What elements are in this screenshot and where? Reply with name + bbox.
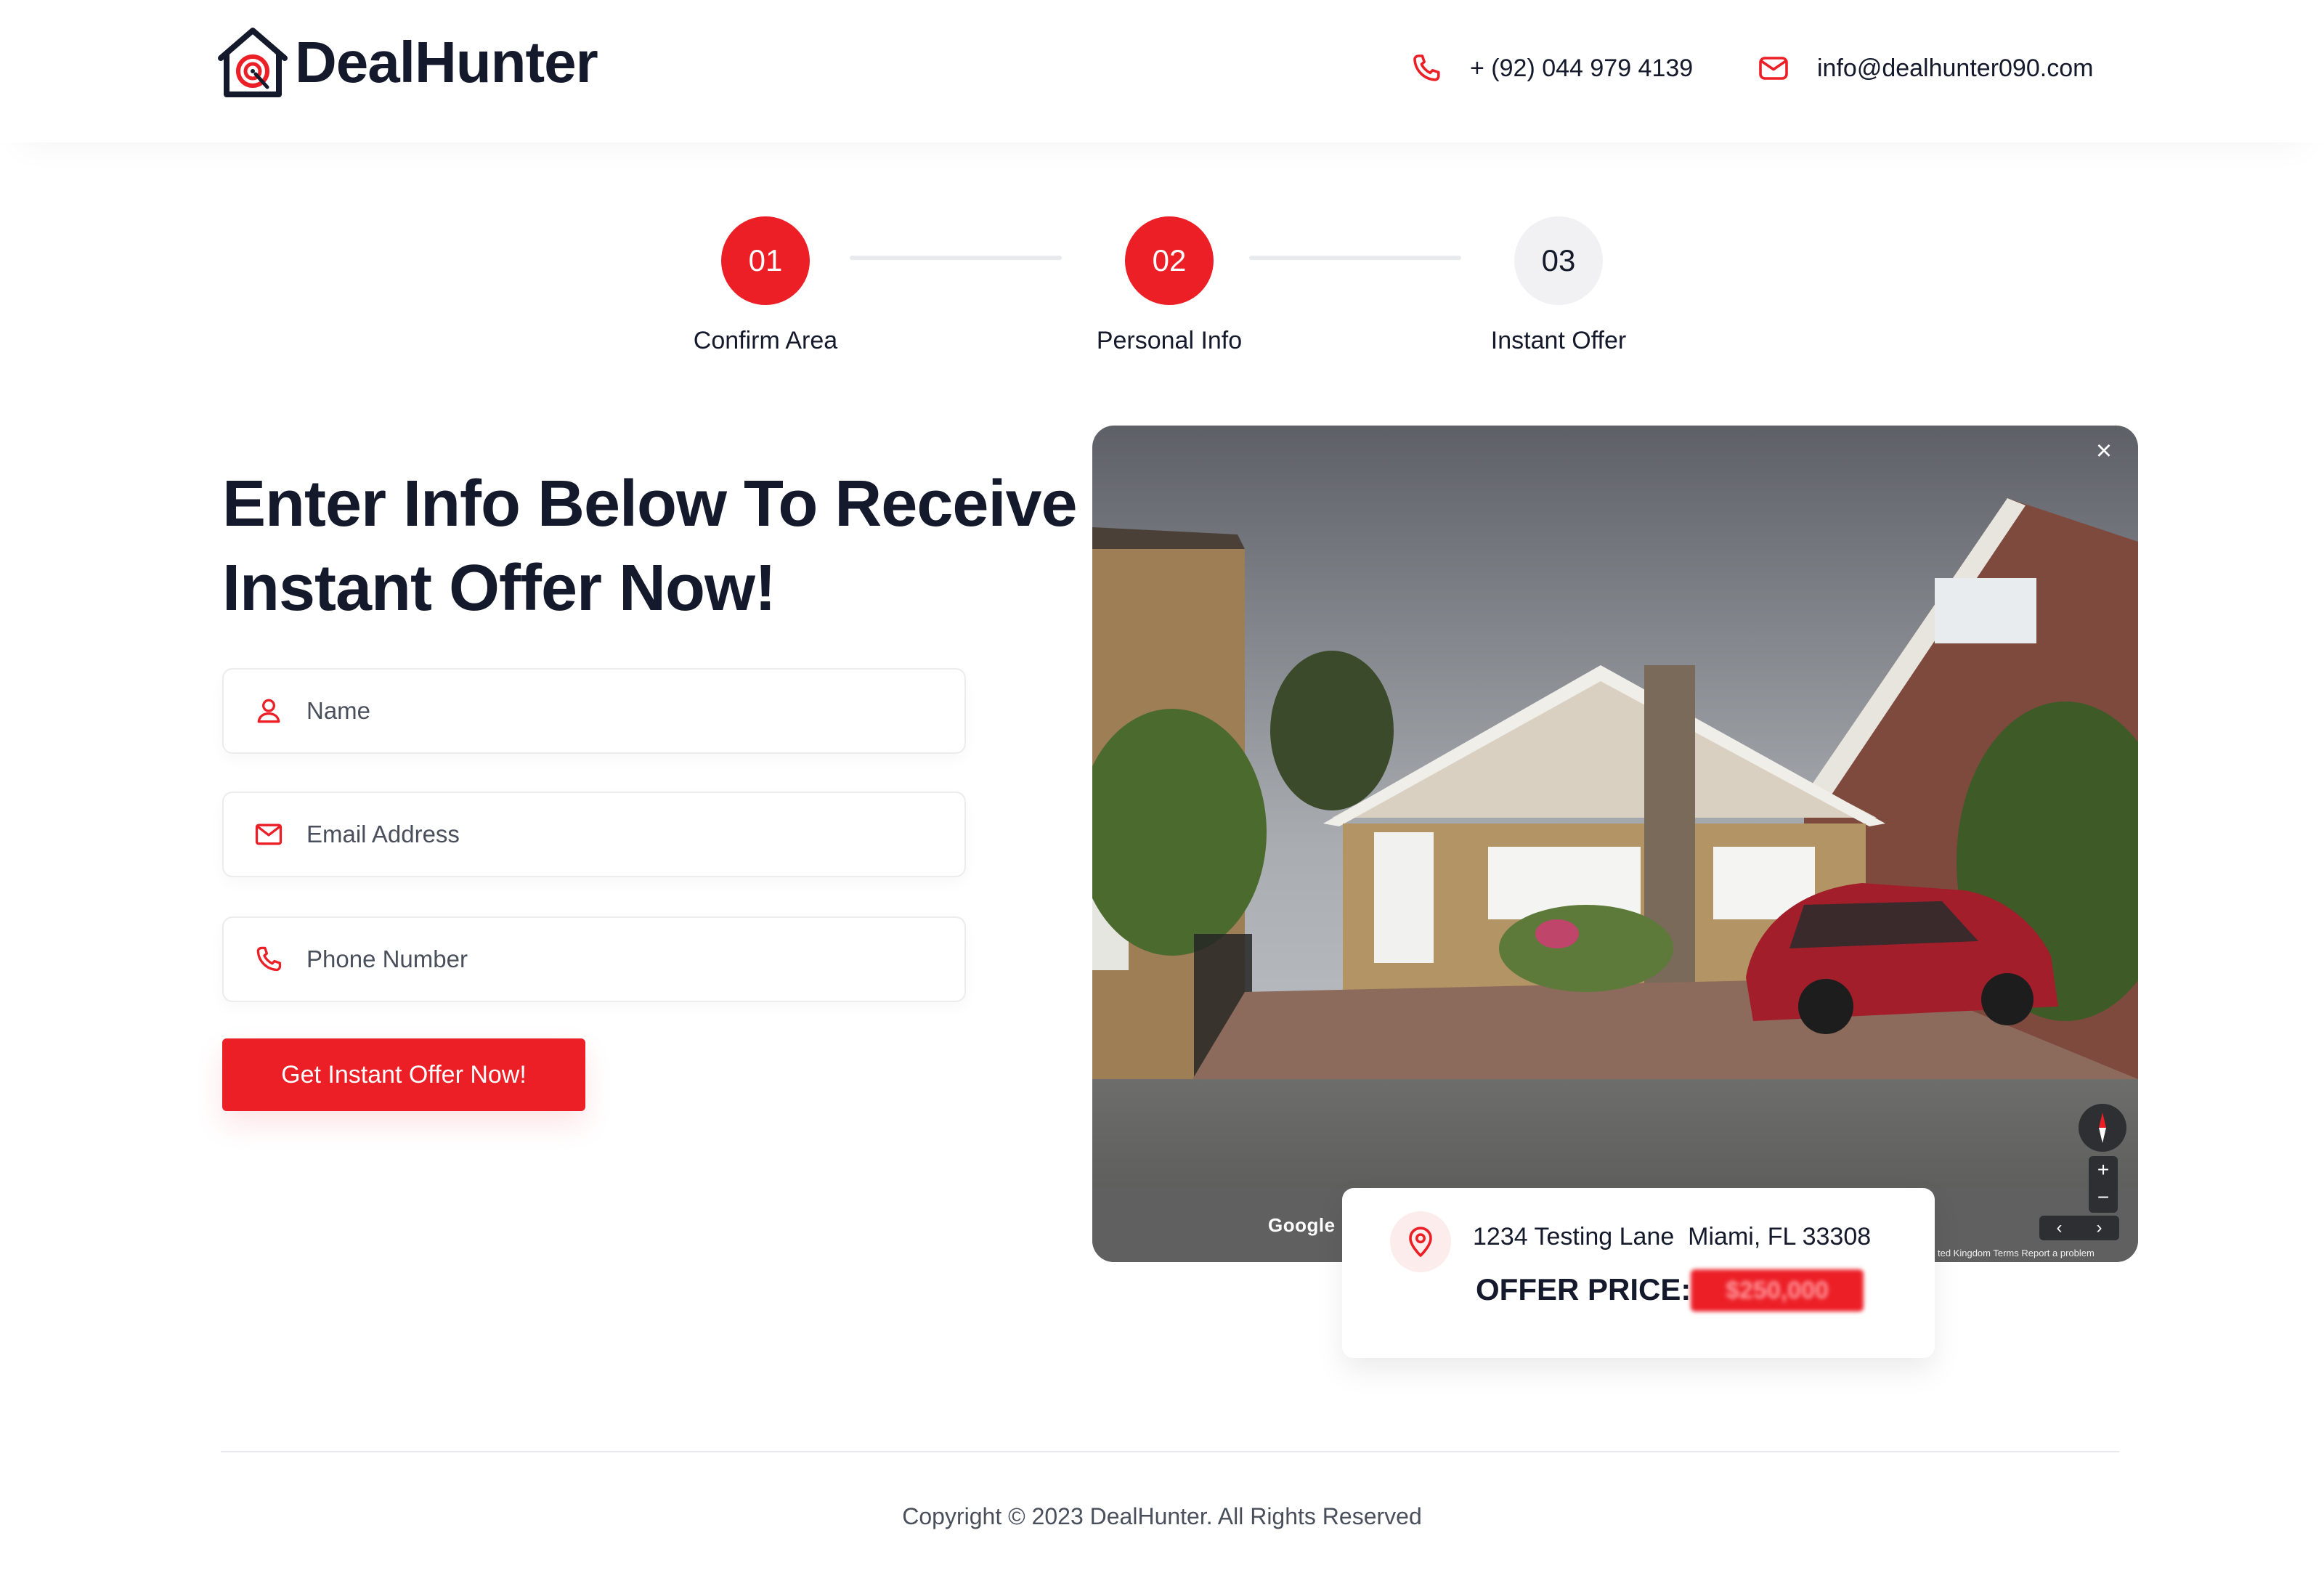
zoom-out-button[interactable]: − [2089, 1184, 2118, 1211]
map-attribution[interactable]: ted Kingdom Terms Report a problem [1938, 1248, 2095, 1258]
phone-icon [1413, 54, 1440, 81]
pan-left-button[interactable]: ‹ [2057, 1218, 2063, 1238]
site-header: DealHunter + (92) 044 979 4139 info@deal… [0, 0, 2324, 142]
step-number: 02 [1125, 216, 1214, 305]
logo[interactable]: DealHunter [215, 25, 598, 100]
header-email-text: info@dealhunter090.com [1817, 54, 2094, 82]
phone-input[interactable] [306, 946, 946, 973]
footer-divider [221, 1451, 2119, 1452]
name-field[interactable] [222, 668, 966, 754]
step-connector-1 [850, 256, 1062, 260]
zoom-in-button[interactable]: + [2089, 1156, 2118, 1184]
phone-icon [256, 946, 282, 972]
step-connector-2 [1249, 256, 1461, 260]
email-field[interactable] [222, 792, 966, 877]
close-street-view-button[interactable]: × [2092, 437, 2116, 465]
page-title: Enter Info Below To Receive Instant Offe… [222, 462, 1079, 630]
step-instant-offer: 03 Instant Offer [1474, 216, 1643, 355]
pin-badge [1390, 1211, 1451, 1272]
compass-icon[interactable] [2079, 1104, 2126, 1152]
offer-card: 1234 Testing Lane Miami, FL 33308 OFFER … [1342, 1188, 1935, 1358]
page-title-line-1: Enter Info Below To Receive [222, 468, 1078, 540]
envelope-icon [1759, 57, 1788, 80]
zoom-control[interactable]: + − [2089, 1156, 2118, 1213]
compass-needle-icon [2099, 1113, 2106, 1143]
header-email[interactable]: info@dealhunter090.com [1756, 51, 2093, 86]
google-logo: Google [1268, 1214, 1336, 1236]
header-phone[interactable]: + (92) 044 979 4139 [1409, 51, 1693, 86]
house-target-icon [218, 28, 288, 97]
header-phone-text: + (92) 044 979 4139 [1470, 54, 1694, 82]
step-label: Instant Offer [1490, 327, 1627, 354]
pan-right-button[interactable]: › [2097, 1218, 2102, 1238]
step-number: 01 [721, 216, 810, 305]
envelope-icon [255, 824, 283, 845]
step-personal-info: 02 Personal Info [1081, 216, 1258, 355]
phone-field[interactable] [222, 916, 966, 1002]
brand-name: DealHunter [295, 30, 598, 94]
house-photo [1092, 426, 2138, 1262]
offer-price-value: $250,000 [1691, 1269, 1864, 1312]
map-pin-icon [1409, 1227, 1432, 1257]
step-label: Confirm Area [693, 327, 838, 354]
offer-price-label: OFFER PRICE: [1476, 1272, 1691, 1306]
step-number: 03 [1514, 216, 1603, 305]
name-input[interactable] [306, 697, 946, 725]
copyright-text: Copyright © 2023 DealHunter. All Rights … [902, 1503, 1422, 1529]
pan-control[interactable]: ‹ › [2039, 1216, 2119, 1240]
property-address: 1234 Testing Lane Miami, FL 33308 [1473, 1223, 1872, 1250]
step-label: Personal Info [1096, 327, 1243, 354]
user-icon [257, 699, 280, 723]
page-title-line-2: Instant Offer Now! [222, 552, 776, 625]
street-view-image[interactable] [1092, 426, 2138, 1262]
email-input[interactable] [306, 821, 946, 848]
step-confirm-area: 01 Confirm Area [681, 216, 850, 355]
get-instant-offer-button[interactable]: Get Instant Offer Now! [222, 1038, 585, 1111]
